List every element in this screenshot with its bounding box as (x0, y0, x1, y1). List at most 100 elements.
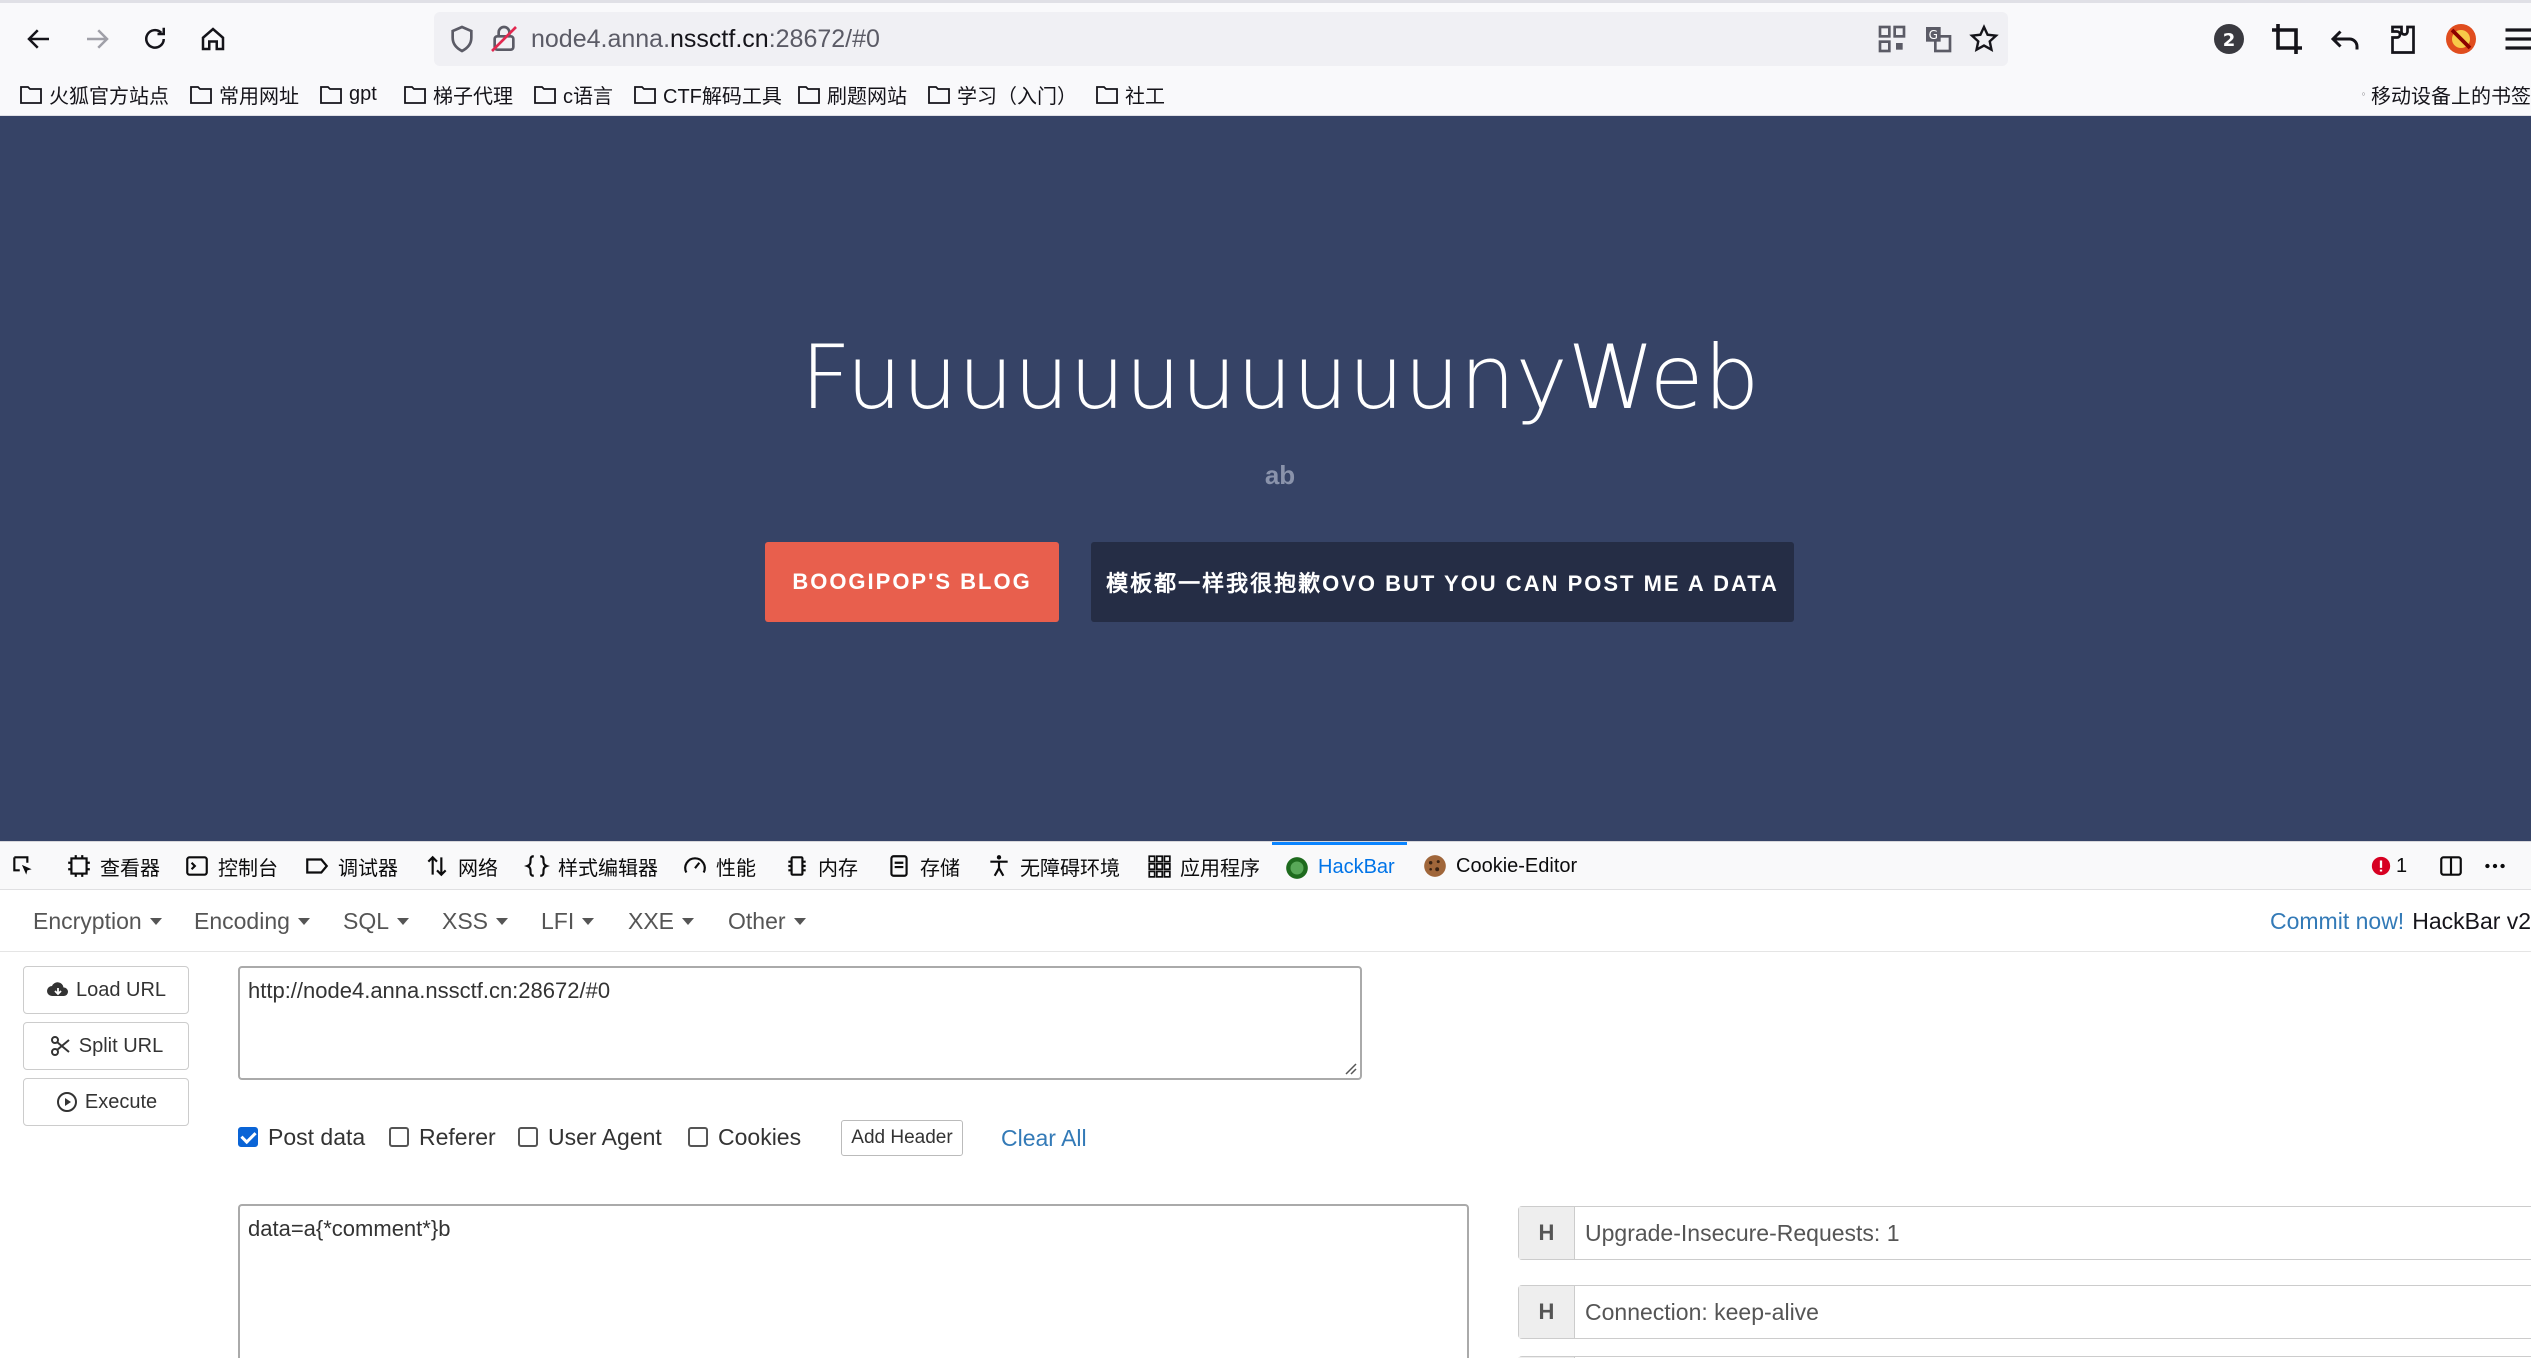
tab-storage[interactable]: 存储 (886, 842, 960, 890)
post-data-button[interactable]: 模板都一样我很抱歉OVO BUT YOU CAN POST ME A DATA (1091, 542, 1794, 622)
hackbar-logo-icon (1286, 856, 1308, 879)
option-label: Post data (268, 1123, 366, 1150)
tab-label: 查看器 (100, 857, 160, 880)
bookmark-label: 社工 (1125, 85, 1165, 108)
caret-down-icon (149, 917, 162, 925)
tab-debugger[interactable]: 调试器 (304, 842, 398, 890)
menu-label: Other (728, 907, 786, 934)
extensions-icon[interactable] (2385, 21, 2421, 57)
tab-network[interactable]: 网络 (424, 842, 498, 890)
bookmark-folder[interactable]: 火狐官方站点 (19, 78, 169, 110)
header-row[interactable]: H Connection: keep-alive (1518, 1285, 2531, 1339)
devtools-more-button[interactable] (2482, 842, 2516, 890)
tab-cookie-editor[interactable]: Cookie-Editor (1422, 842, 1577, 890)
url-value: http://node4.anna.nssctf.cn:28672/#0 (248, 978, 611, 1003)
blocker-extension-icon[interactable] (2443, 21, 2479, 57)
bookmark-folder[interactable]: 梯子代理 (403, 78, 513, 110)
tab-inspector[interactable]: 查看器 (66, 842, 160, 890)
bookmark-folder[interactable]: 常用网址 (189, 78, 299, 110)
reload-button[interactable] (135, 19, 175, 59)
gauge-icon (684, 857, 706, 873)
notification-badge-icon[interactable]: 2 (2211, 21, 2247, 57)
back-button[interactable] (19, 19, 59, 59)
referer-checkbox[interactable]: Referer (389, 1120, 496, 1154)
execute-button[interactable]: Execute (23, 1078, 189, 1126)
tab-memory[interactable]: 内存 (784, 842, 858, 890)
home-button[interactable] (193, 19, 233, 59)
mobile-bookmarks[interactable]: 移动设备上的书签 (2362, 78, 2531, 110)
storage-icon (890, 855, 908, 877)
qr-code-icon[interactable] (1876, 23, 1908, 55)
url-textarea[interactable]: http://node4.anna.nssctf.cn:28672/#0 (238, 966, 1362, 1080)
bookmark-folder[interactable]: c语言 (533, 78, 613, 110)
split-url-button[interactable]: Split URL (23, 1022, 189, 1070)
menu-xxe[interactable]: XXE (628, 890, 695, 952)
url-text[interactable]: node4.anna.nssctf.cn:28672/#0 (531, 25, 880, 54)
resize-grip-icon[interactable] (1338, 1056, 1358, 1076)
tab-performance[interactable]: 性能 (682, 842, 756, 890)
error-icon (2371, 856, 2391, 876)
network-icon (427, 855, 447, 877)
star-bookmark-icon[interactable] (1968, 23, 2000, 55)
undo-icon[interactable] (2327, 21, 2363, 57)
shield-icon[interactable] (446, 23, 478, 55)
header-row[interactable]: H Upgrade-Insecure-Requests: 1 (1518, 1206, 2531, 1260)
menu-label: XSS (442, 907, 489, 934)
menu-other[interactable]: Other (728, 890, 806, 952)
folder-icon (928, 86, 950, 104)
menu-lfi[interactable]: LFI (541, 890, 595, 952)
tab-style-editor[interactable]: 样式编辑器 (524, 842, 658, 890)
option-label: User Agent (548, 1123, 662, 1150)
play-circle-icon (56, 1092, 77, 1112)
console-icon (186, 856, 208, 876)
translate-icon[interactable]: G (1922, 23, 1954, 55)
error-count-badge[interactable]: 1 (2370, 842, 2407, 890)
element-picker-button[interactable] (10, 842, 44, 890)
blog-button[interactable]: BOOGIPOP'S BLOG (765, 542, 1059, 622)
bookmark-folder[interactable]: 刷题网站 (797, 78, 907, 110)
menu-sql[interactable]: SQL (343, 890, 410, 952)
insecure-lock-icon[interactable] (488, 23, 520, 55)
load-url-button[interactable]: Load URL (23, 966, 189, 1014)
forward-button[interactable] (77, 19, 117, 59)
url-bar[interactable]: node4.anna.nssctf.cn:28672/#0 G (434, 12, 2008, 66)
menu-xss[interactable]: XSS (442, 890, 509, 952)
header-tag: H (1519, 1286, 1575, 1338)
header-value[interactable]: Upgrade-Insecure-Requests: 1 (1575, 1207, 2531, 1259)
add-header-button[interactable]: Add Header (841, 1120, 963, 1156)
bookmark-folder[interactable]: 社工 (1095, 78, 1165, 110)
header-tag: H (1519, 1207, 1575, 1259)
checkbox-checked[interactable] (238, 1127, 258, 1147)
menu-encoding[interactable]: Encoding (194, 890, 310, 952)
tab-console[interactable]: 控制台 (184, 842, 278, 890)
devtools-panel: 查看器 控制台 调试器 网络 样式编辑器 性能 内存 存储 无障碍环境 应用程序… (0, 841, 2531, 1358)
checkbox-unchecked[interactable] (389, 1127, 409, 1147)
tab-label: 无障碍环境 (1020, 857, 1120, 880)
crop-screenshot-icon[interactable] (2269, 21, 2305, 57)
grid-apps-icon (1148, 855, 1171, 878)
folder-icon (320, 86, 342, 104)
post-data-checkbox[interactable]: Post data (238, 1120, 365, 1154)
bookmark-folder[interactable]: CTF解码工具 (633, 78, 782, 110)
picker-icon (13, 856, 32, 875)
post-data-textarea[interactable]: data=a{*comment*}b (238, 1204, 1469, 1358)
header-value[interactable]: Connection: keep-alive (1575, 1286, 2531, 1338)
checkbox-unchecked[interactable] (518, 1127, 538, 1147)
caret-down-icon (397, 917, 410, 925)
clear-all-link[interactable]: Clear All (1001, 1120, 1087, 1156)
bookmark-folder[interactable]: 学习（入门） (927, 78, 1077, 110)
tab-label: 存储 (920, 857, 960, 880)
menu-encryption[interactable]: Encryption (33, 890, 162, 952)
bookmark-folder[interactable]: gpt (319, 78, 377, 110)
cookies-checkbox[interactable]: Cookies (688, 1120, 801, 1154)
checkbox-unchecked[interactable] (688, 1127, 708, 1147)
bookmark-label: 常用网址 (219, 85, 299, 108)
tab-hackbar[interactable]: HackBar (1272, 842, 1407, 890)
dock-toggle-button[interactable] (2438, 842, 2472, 890)
tab-accessibility[interactable]: 无障碍环境 (986, 842, 1120, 890)
commit-now-link[interactable]: Commit now! (2270, 908, 2404, 935)
arrow-right-icon (87, 29, 109, 49)
user-agent-checkbox[interactable]: User Agent (518, 1120, 662, 1154)
app-menu-icon[interactable] (2501, 21, 2531, 57)
tab-application[interactable]: 应用程序 (1146, 842, 1260, 890)
